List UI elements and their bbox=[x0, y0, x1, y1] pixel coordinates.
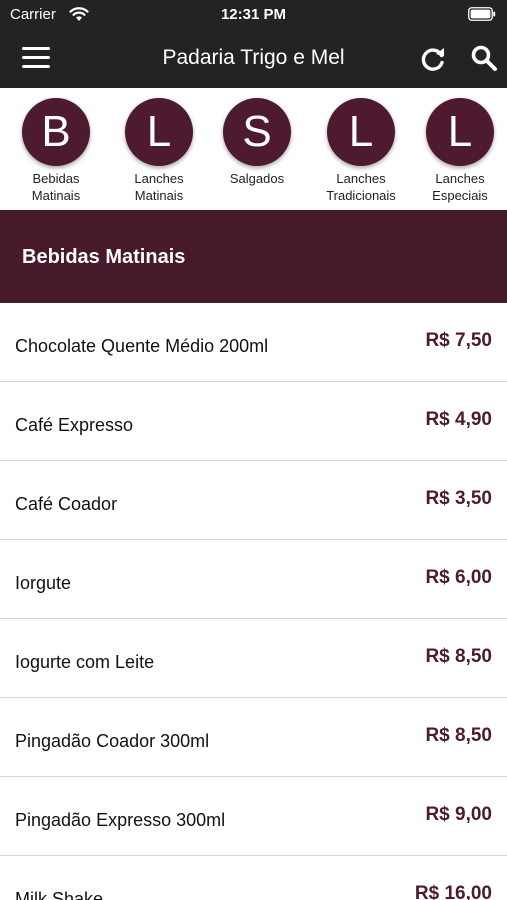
category-lanches-especiais[interactable]: L Lanches Especiais bbox=[410, 98, 507, 204]
category-label: Bebidas Matinais bbox=[31, 171, 81, 203]
section-title: Bebidas Matinais bbox=[22, 246, 186, 268]
product-price: R$ 7,50 bbox=[425, 330, 492, 351]
category-salgados[interactable]: S Salgados bbox=[207, 98, 307, 187]
product-price: R$ 8,50 bbox=[425, 725, 492, 746]
section-header: Bebidas Matinais bbox=[0, 210, 507, 303]
product-name: Café Expresso bbox=[15, 415, 134, 435]
product-row[interactable]: Iogurte com Leite R$ 8,50 bbox=[0, 619, 507, 698]
product-name: Chocolate Quente Médio 200ml bbox=[15, 336, 269, 356]
product-price: R$ 6,00 bbox=[425, 567, 492, 588]
product-row[interactable]: Iorgute R$ 6,00 bbox=[0, 540, 507, 619]
product-row[interactable]: Pingadão Coador 300ml R$ 8,50 bbox=[0, 698, 507, 777]
product-name: Iorgute bbox=[15, 573, 72, 593]
nav-bar: Padaria Trigo e Mel bbox=[0, 30, 507, 88]
category-label: Salgados bbox=[229, 171, 285, 186]
search-icon[interactable] bbox=[470, 44, 498, 72]
category-bebidas-matinais[interactable]: B Bebidas Matinais bbox=[6, 98, 106, 204]
product-name: Pingadão Coador 300ml bbox=[15, 731, 210, 751]
product-name: Pingadão Expresso 300ml bbox=[15, 810, 226, 830]
category-avatar: L bbox=[426, 98, 494, 166]
category-label: Lanches Tradicionais bbox=[326, 171, 396, 203]
category-lanches-matinais[interactable]: L Lanches Matinais bbox=[109, 98, 209, 204]
product-row[interactable]: Milk Shake R$ 16,00 bbox=[0, 856, 507, 900]
product-name: Iogurte com Leite bbox=[15, 652, 155, 672]
product-price: R$ 8,50 bbox=[425, 646, 492, 667]
clock: 12:31 PM bbox=[220, 6, 287, 23]
product-name: Café Coador bbox=[15, 494, 118, 514]
product-row[interactable]: Café Coador R$ 3,50 bbox=[0, 461, 507, 540]
product-price: R$ 3,50 bbox=[425, 488, 492, 509]
battery-icon bbox=[468, 7, 496, 21]
category-avatar: L bbox=[327, 98, 395, 166]
category-avatar: S bbox=[223, 98, 291, 166]
product-price: R$ 9,00 bbox=[425, 804, 492, 825]
status-bar: Carrier 12:31 PM bbox=[0, 0, 507, 30]
product-name: Milk Shake bbox=[15, 889, 104, 900]
refresh-icon[interactable] bbox=[418, 44, 448, 74]
category-carousel[interactable]: B Bebidas Matinais L Lanches Matinais S … bbox=[0, 88, 507, 210]
product-row[interactable]: Chocolate Quente Médio 200ml R$ 7,50 bbox=[0, 303, 507, 382]
category-avatar: L bbox=[125, 98, 193, 166]
product-list: Chocolate Quente Médio 200ml R$ 7,50 Caf… bbox=[0, 303, 507, 900]
category-avatar: B bbox=[22, 98, 90, 166]
product-row[interactable]: Pingadão Expresso 300ml R$ 9,00 bbox=[0, 777, 507, 856]
product-row[interactable]: Café Expresso R$ 4,90 bbox=[0, 382, 507, 461]
top-bar: Carrier 12:31 PM Padaria Trigo e Mel bbox=[0, 0, 507, 88]
product-price: R$ 16,00 bbox=[414, 883, 492, 900]
category-label: Lanches Especiais bbox=[432, 171, 488, 203]
product-price: R$ 4,90 bbox=[425, 409, 492, 430]
category-lanches-tradicionais[interactable]: L Lanches Tradicionais bbox=[311, 98, 411, 204]
category-label: Lanches Matinais bbox=[134, 171, 184, 203]
